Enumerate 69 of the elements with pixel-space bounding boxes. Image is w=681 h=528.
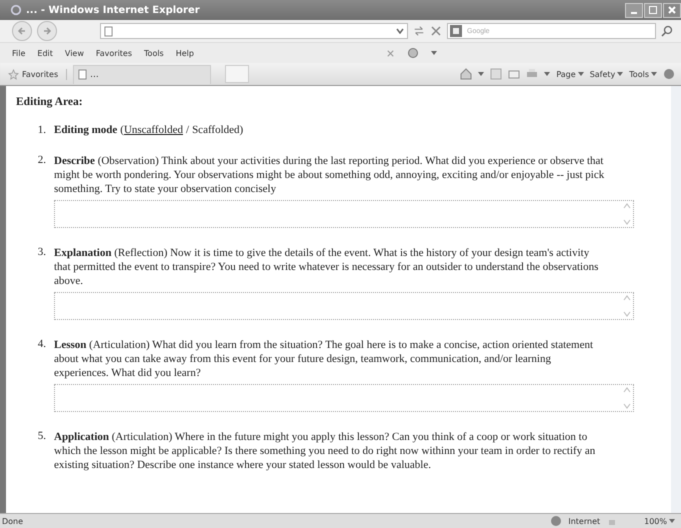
favorites-button[interactable]: Favorites [6, 68, 68, 80]
printer-icon[interactable] [526, 68, 538, 80]
security-zone: Internet [568, 516, 600, 526]
caret-icon[interactable] [544, 72, 550, 76]
mode-option-paren: ) [240, 124, 244, 136]
status-text: Done [2, 516, 24, 526]
section-heading: Editing Area: [16, 96, 84, 108]
item-number: 2. [36, 154, 47, 168]
scroll-arrows-icon[interactable] [623, 386, 631, 410]
page-icon [78, 69, 88, 80]
question-text: Lesson (Articulation) What did you learn from the situation? The goal here is to make a concise, action oriented statement about what you can take away from this event for your future design, teamwork, communication, and/or learning experiences. What did you learn? [54, 338, 594, 380]
caret-icon [669, 519, 675, 523]
maximize-button[interactable] [644, 2, 662, 18]
address-field[interactable] [100, 23, 408, 39]
mode-option-paren: ( [120, 124, 124, 136]
answer-box[interactable] [54, 292, 634, 320]
command-menu-button[interactable]: Safety [590, 70, 624, 78]
caret-icon [651, 72, 657, 76]
browser-tab[interactable]: ... [73, 64, 212, 84]
mode-option-link[interactable]: Unscaffolded [124, 124, 183, 136]
new-tab-button[interactable] [225, 65, 250, 83]
forward-arrow-icon [41, 25, 53, 37]
minimize-icon [631, 12, 637, 14]
back-button[interactable] [12, 21, 32, 41]
menu-item[interactable]: Help [176, 48, 194, 58]
menu-item[interactable]: Tools [144, 48, 164, 58]
close-button[interactable] [663, 2, 681, 18]
mode-option-link[interactable]: Scaffolded [192, 124, 240, 136]
scrollbar[interactable] [671, 86, 681, 513]
option-separator: / [186, 124, 190, 136]
scroll-arrows-icon[interactable] [623, 202, 631, 226]
menu-item[interactable]: File [12, 48, 26, 58]
item-number: 5. [36, 430, 47, 444]
maximize-icon [648, 5, 658, 15]
item-number: 4. [36, 338, 47, 352]
item-number: 3. [36, 246, 47, 260]
question-text: Explanation (Reflection) Now it is time to give the details of the event. What is the history of your design team's activity that permitted the event to transpire? You need to write whatever is necessary for an outsider to understand the observations above. [54, 246, 600, 288]
item-label: Editing mode [54, 124, 118, 136]
star-icon [8, 68, 19, 80]
mail-icon[interactable] [508, 68, 520, 80]
page-icon [104, 26, 113, 36]
caret-icon [617, 72, 624, 76]
caret-icon[interactable] [431, 51, 437, 55]
close-icon [667, 5, 677, 15]
question-text: Describe (Observation) Think about your activities during the last reporting period. What did you experience or observe that might be worth pondering. Your observations might be about something odd, annoying, exciting and/or enjoyable -- just pick something. Try to state your observation concisely [54, 154, 606, 196]
back-arrow-icon [16, 25, 28, 37]
command-menu-button[interactable]: Tools [629, 70, 657, 78]
answer-box[interactable] [54, 200, 634, 228]
home-icon[interactable] [460, 68, 472, 80]
zoom-button[interactable]: 100% [624, 516, 675, 526]
menu-item[interactable]: Edit [37, 48, 53, 58]
menu-item[interactable]: Favorites [96, 48, 132, 58]
refresh-icon[interactable] [413, 25, 425, 37]
command-menu-button[interactable]: Page [556, 70, 584, 78]
item-number: 1. [36, 124, 47, 136]
browser-logo-icon [10, 4, 22, 16]
caret-icon[interactable] [478, 72, 484, 76]
window-title: ... - Windows Internet Explorer [26, 4, 200, 16]
menu-item[interactable]: View [64, 48, 84, 58]
close-icon[interactable] [386, 48, 395, 58]
forward-button[interactable] [37, 21, 57, 41]
minimize-button[interactable] [625, 2, 643, 18]
answer-box[interactable] [54, 384, 634, 412]
scroll-arrows-icon[interactable] [623, 294, 631, 318]
caret-icon [578, 72, 584, 76]
question-text: Application (Articulation) Where in the future might you apply this lesson? Can you think of a coop or work situation to which the lesson might be applicable? Is there something you need to do right now withinn your team in order to rectify an existing situation? Describe one instance where your stated lesson would be valuable. [54, 430, 596, 472]
stop-icon[interactable] [430, 25, 442, 37]
search-icon[interactable] [661, 25, 673, 37]
dropdown-icon[interactable] [396, 28, 404, 34]
